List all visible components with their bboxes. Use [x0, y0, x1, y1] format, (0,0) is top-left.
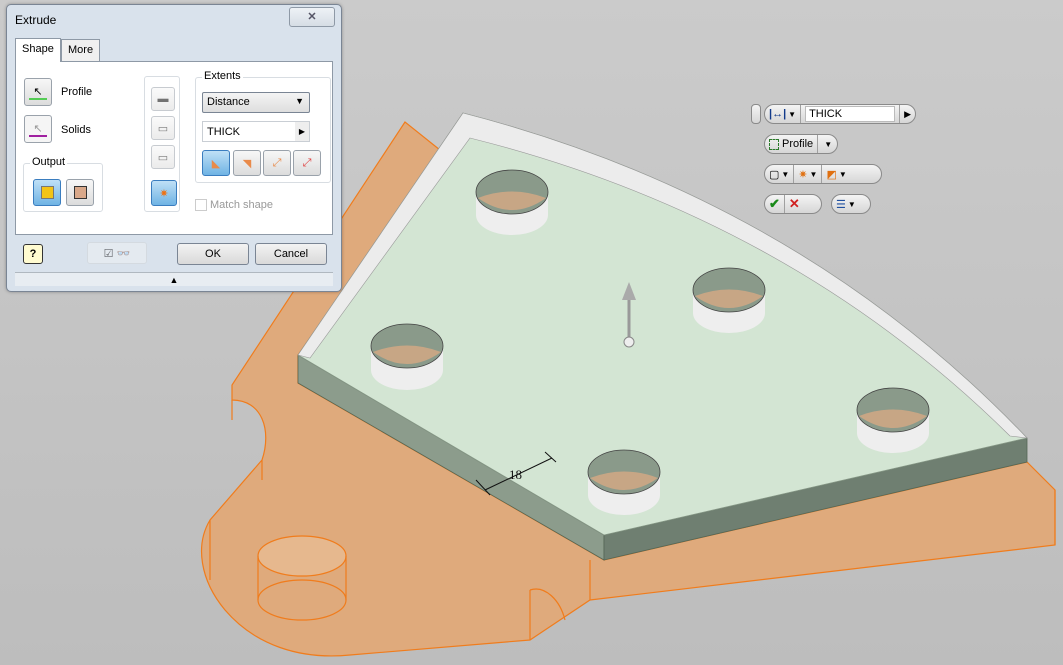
new-solid-icon[interactable]: ✷: [798, 168, 807, 181]
ok-cancel-mini: ✔ ✕: [764, 194, 822, 214]
ok-button[interactable]: OK: [177, 243, 249, 265]
intersect-icon: ▭: [157, 151, 169, 164]
dialog-title: Extrude: [15, 13, 57, 27]
help-icon: ?: [29, 248, 37, 260]
symmetric-icon: ⤢: [272, 156, 282, 169]
symmetric-button[interactable]: ⤢: [263, 150, 291, 176]
join-button[interactable]: ▬: [151, 87, 175, 111]
arrow-right-icon[interactable]: ▶: [295, 122, 309, 141]
chevron-down-icon[interactable]: ▼: [788, 110, 796, 119]
cursor-icon: ↖: [33, 85, 43, 98]
surface-output-button[interactable]: [66, 179, 94, 206]
new-solid-icon: ✷: [159, 187, 169, 200]
checkbox-icon: ☑: [103, 247, 114, 260]
list-icon: ☰: [836, 198, 846, 211]
direction-2-button[interactable]: ◥: [233, 150, 261, 176]
profile-mini-button[interactable]: Profile ▼: [764, 134, 838, 154]
cut-button[interactable]: ▭: [151, 116, 175, 140]
solid-output-icon: [40, 186, 54, 199]
profile-button[interactable]: ↖: [24, 78, 52, 106]
output-group: Output: [23, 156, 103, 212]
solids-button[interactable]: ↖: [24, 115, 52, 143]
shape-panel: ↖ Profile ↖ Solids Output ▬ ▭ ▭ ✷ Extent…: [15, 61, 333, 235]
glasses-icon: 👓: [116, 247, 131, 260]
help-button[interactable]: ?: [23, 244, 43, 264]
triangle-up-icon: ▲: [169, 275, 179, 285]
direction-1-icon: ◣: [211, 157, 221, 170]
preview-toggle[interactable]: ☑ 👓: [87, 242, 147, 264]
hole: [587, 449, 661, 515]
solids-label: Solids: [61, 124, 91, 136]
distance-value: THICK: [207, 126, 240, 138]
match-shape-checkbox[interactable]: Match shape: [195, 199, 273, 211]
output-label: Output: [30, 156, 68, 168]
cancel-mini-button[interactable]: ✕: [785, 195, 804, 213]
cancel-button[interactable]: Cancel: [255, 243, 327, 265]
checkmark-icon: ✔: [769, 196, 780, 211]
chevron-down-icon: ▼: [295, 96, 304, 106]
tab-more[interactable]: More: [61, 39, 101, 61]
distance-icon[interactable]: |↔|: [769, 108, 786, 120]
asymmetric-button[interactable]: ⤢: [293, 150, 321, 176]
drag-handle[interactable]: [751, 104, 761, 124]
surface-output-icon: [73, 186, 87, 199]
extents-type-value: Distance: [207, 96, 250, 108]
ok-mini-button[interactable]: ✔: [765, 195, 785, 213]
direction-2-icon: ◥: [242, 157, 252, 170]
asymmetric-icon: ⤢: [302, 156, 312, 169]
arrow-right-icon[interactable]: ▶: [904, 109, 911, 120]
expand-toggle[interactable]: ▲: [15, 272, 333, 286]
direction-1-button[interactable]: ◣: [202, 150, 230, 176]
cut-icon: ▭: [157, 122, 169, 135]
extents-type-select[interactable]: Distance ▼: [202, 92, 310, 113]
extents-label: Extents: [202, 70, 243, 82]
direction-icon[interactable]: ◩: [826, 168, 836, 181]
options-mini-button[interactable]: ☰ ▼: [831, 194, 871, 214]
chevron-down-icon[interactable]: ▼: [824, 140, 832, 149]
hole: [692, 267, 766, 333]
hole: [370, 323, 444, 390]
tab-shape[interactable]: Shape: [15, 38, 61, 62]
new-solid-button[interactable]: ✷: [151, 180, 177, 206]
join-icon: ▬: [157, 93, 169, 105]
distance-mini-control[interactable]: |↔| ▼ THICK ▶: [764, 104, 916, 124]
intersect-button[interactable]: ▭: [151, 145, 175, 169]
profile-select-icon: [769, 138, 779, 150]
match-shape-label: Match shape: [210, 199, 273, 211]
dimension-label[interactable]: 18: [509, 467, 522, 482]
distance-input[interactable]: THICK ▶: [202, 121, 310, 142]
close-button[interactable]: ✕: [289, 7, 335, 27]
solid-output-icon[interactable]: ▢: [769, 168, 779, 181]
close-icon: ✕: [788, 196, 800, 211]
solid-output-button[interactable]: [33, 179, 61, 206]
hole: [856, 387, 930, 453]
distance-mini-input[interactable]: THICK: [805, 106, 896, 122]
extrude-dialog: Extrude ✕ Shape More ↖ Profile ↖ Solids …: [6, 4, 342, 292]
operation-group: ▬ ▭ ▭ ✷: [144, 76, 180, 212]
profile-label: Profile: [61, 86, 93, 98]
hole: [475, 169, 549, 235]
output-mini-control[interactable]: ▢ ▼ ✷ ▼ ◩ ▼: [764, 164, 882, 184]
cursor-icon: ↖: [33, 122, 43, 135]
